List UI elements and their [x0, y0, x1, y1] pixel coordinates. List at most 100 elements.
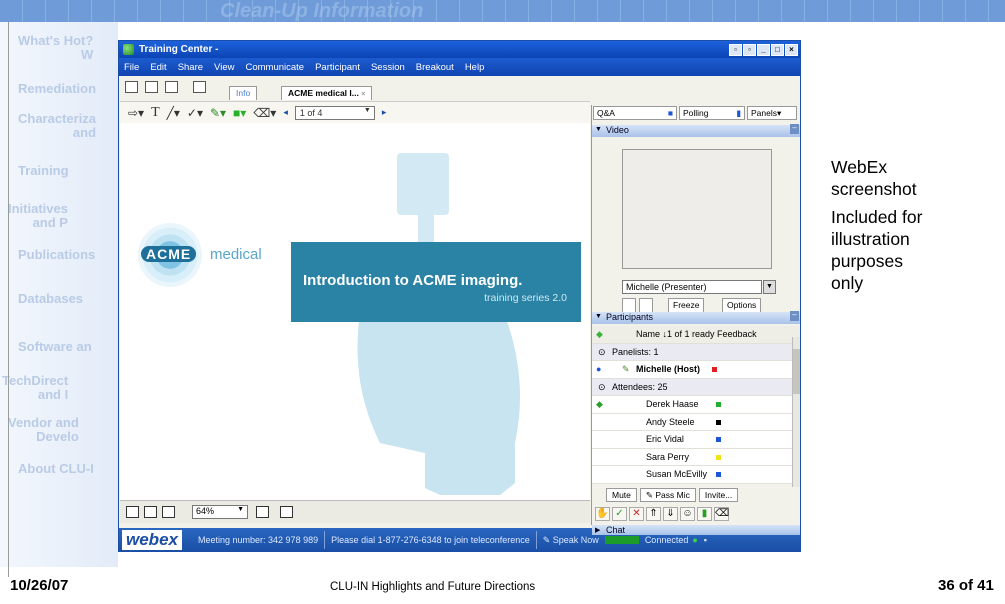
connected-dot-icon: ●: [692, 535, 698, 545]
expand-chat-icon[interactable]: ▶: [595, 526, 600, 534]
minimize-icon[interactable]: _: [757, 43, 770, 56]
minimize-video-icon[interactable]: –: [790, 124, 799, 134]
teleconference-info: Please dial 1-877-276-6348 to join telec…: [331, 535, 530, 545]
slow-down-icon[interactable]: ⇓: [663, 507, 678, 521]
window-titlebar[interactable]: Training Center - ▫ ▫ _ □ ×: [119, 41, 800, 58]
notes-view-icon[interactable]: [162, 506, 175, 518]
yes-icon[interactable]: ✓: [612, 507, 627, 521]
pointer-tool-icon[interactable]: ⇨▾: [128, 106, 144, 120]
edit-icon[interactable]: [193, 81, 206, 93]
pen-tool-icon[interactable]: ✎▾: [210, 106, 226, 120]
speed-up-icon[interactable]: ⇑: [646, 507, 661, 521]
emoticon-icon[interactable]: ☺: [680, 507, 695, 521]
acme-medical-text: medical: [210, 246, 262, 263]
menu-edit[interactable]: Edit: [150, 62, 166, 73]
attendees-group[interactable]: ⊙ Attendees: 25: [592, 378, 800, 396]
fullscreen-video-icon[interactable]: [622, 298, 636, 313]
nav-item: Initiatives and P: [8, 201, 68, 230]
menu-share[interactable]: Share: [178, 62, 203, 73]
minimize-participants-icon[interactable]: –: [790, 311, 799, 321]
tab-acme-document[interactable]: ACME medical I... ×: [281, 86, 373, 100]
device-screen: [397, 153, 449, 215]
collapse-video-icon[interactable]: ▼: [595, 126, 602, 133]
menu-view[interactable]: View: [214, 62, 234, 73]
prev-page-icon[interactable]: ◂: [283, 107, 288, 118]
device-base: [357, 303, 520, 495]
participant-row[interactable]: ● ✎ Michelle (Host): [592, 361, 800, 379]
participants-scrollbar[interactable]: [792, 337, 800, 487]
restore-icon[interactable]: ▫: [729, 43, 742, 56]
eraser-tool-icon[interactable]: ⌫▾: [253, 106, 276, 120]
participant-row[interactable]: Sara Perry: [592, 448, 800, 466]
split-view-icon[interactable]: [144, 506, 157, 518]
presenter-ball-icon: ●: [596, 364, 602, 374]
new-doc-icon[interactable]: [125, 81, 138, 93]
whiteboard-icon[interactable]: [165, 81, 178, 93]
line-tool-icon[interactable]: ╱▾: [167, 106, 180, 120]
menu-participant[interactable]: Participant: [315, 62, 360, 73]
participant-actions: Mute ✎ Pass Mic Invite...: [592, 488, 800, 504]
close-icon[interactable]: ×: [785, 43, 798, 56]
feedback-icon: ◆: [596, 399, 603, 409]
participant-row[interactable]: Eric Vidal: [592, 431, 800, 449]
dock-icon[interactable]: ▫: [743, 43, 756, 56]
collapse-group-icon[interactable]: ⊙: [598, 344, 606, 361]
slide-divider: [8, 22, 9, 577]
polling-panel-button[interactable]: Polling ▮: [679, 106, 745, 120]
webex-window: Training Center - ▫ ▫ _ □ × File Edit Sh…: [118, 40, 801, 552]
participant-row[interactable]: ◆ Derek Haase: [592, 396, 800, 414]
freeze-button[interactable]: Freeze: [668, 298, 705, 313]
menu-file[interactable]: File: [124, 62, 139, 73]
slide-banner: Introduction to ACME imaging. training s…: [291, 242, 581, 322]
mute-button[interactable]: Mute: [606, 488, 637, 502]
qa-panel-button[interactable]: Q&A ■: [593, 106, 677, 120]
page-select[interactable]: 1 of 4 ▼: [294, 105, 375, 120]
side-note-title: WebEx screenshot: [831, 157, 917, 199]
participant-row[interactable]: Susan McEvilly: [592, 466, 800, 484]
zoom-in-icon[interactable]: [256, 506, 269, 518]
acme-logo-text: ACME: [141, 246, 197, 262]
chat-section-header[interactable]: ▶ Chat: [592, 525, 800, 535]
presenter-dropdown-icon[interactable]: ▼: [763, 280, 776, 294]
attendee-color-marker: [716, 454, 721, 460]
next-page-icon[interactable]: ▸: [382, 107, 387, 118]
open-doc-icon[interactable]: [145, 81, 158, 93]
menu-communicate[interactable]: Communicate: [245, 62, 304, 73]
no-icon[interactable]: ✕: [629, 507, 644, 521]
host-color-marker: [712, 367, 717, 372]
collapse-group-icon[interactable]: ⊙: [598, 379, 606, 396]
share-toolbar: [119, 76, 800, 100]
video-section-header[interactable]: ▼ Video –: [592, 124, 800, 137]
footer-page: 36 of 41: [938, 577, 994, 594]
menu-help[interactable]: Help: [465, 62, 485, 73]
participants-section-header[interactable]: ▼ Participants –: [592, 311, 800, 324]
annotation-toolbar: ⇨▾ T ╱▾ ✓▾ ✎▾ ■▾ ⌫▾ ◂ 1 of 4 ▼ ▸: [120, 101, 590, 123]
presenter-select[interactable]: Michelle (Presenter): [622, 280, 762, 294]
poll-results-icon[interactable]: ▮: [697, 507, 712, 521]
close-tab-icon[interactable]: ×: [361, 91, 365, 98]
color-tool-icon[interactable]: ■▾: [233, 106, 246, 120]
microphone-icon: ✎: [622, 364, 630, 374]
pip-video-icon[interactable]: [639, 298, 653, 313]
pass-mic-button[interactable]: ✎ Pass Mic: [639, 488, 696, 502]
check-tool-icon[interactable]: ✓▾: [187, 106, 203, 120]
thumbnail-view-icon[interactable]: [126, 506, 139, 518]
sync-icon[interactable]: [280, 506, 293, 518]
text-tool-icon[interactable]: T: [151, 105, 160, 121]
participant-row[interactable]: Andy Steele: [592, 413, 800, 431]
invite-button[interactable]: Invite...: [698, 488, 739, 502]
erase-feedback-icon[interactable]: ⌫: [714, 507, 729, 521]
options-button[interactable]: Options: [722, 298, 762, 313]
menu-breakout[interactable]: Breakout: [416, 62, 454, 73]
panelists-group[interactable]: ⊙ Panelists: 1: [592, 343, 800, 361]
hand-raise-icon[interactable]: ✋: [595, 507, 610, 521]
menu-session[interactable]: Session: [371, 62, 405, 73]
panels-area: Q&A ■ Polling ▮ Panels ▾ ▼ Video – Michelle…: [591, 105, 800, 535]
tab-info[interactable]: Info: [229, 86, 258, 100]
panels-menu-button[interactable]: Panels ▾: [747, 106, 797, 120]
nav-item: Remediation: [18, 81, 97, 96]
collapse-participants-icon[interactable]: ▼: [595, 313, 602, 320]
slide-nav-panel: What's Hot? W Remediation Characteriza and…: [0, 22, 118, 567]
zoom-select[interactable]: 64% ▼: [192, 505, 248, 519]
maximize-icon[interactable]: □: [771, 43, 784, 56]
